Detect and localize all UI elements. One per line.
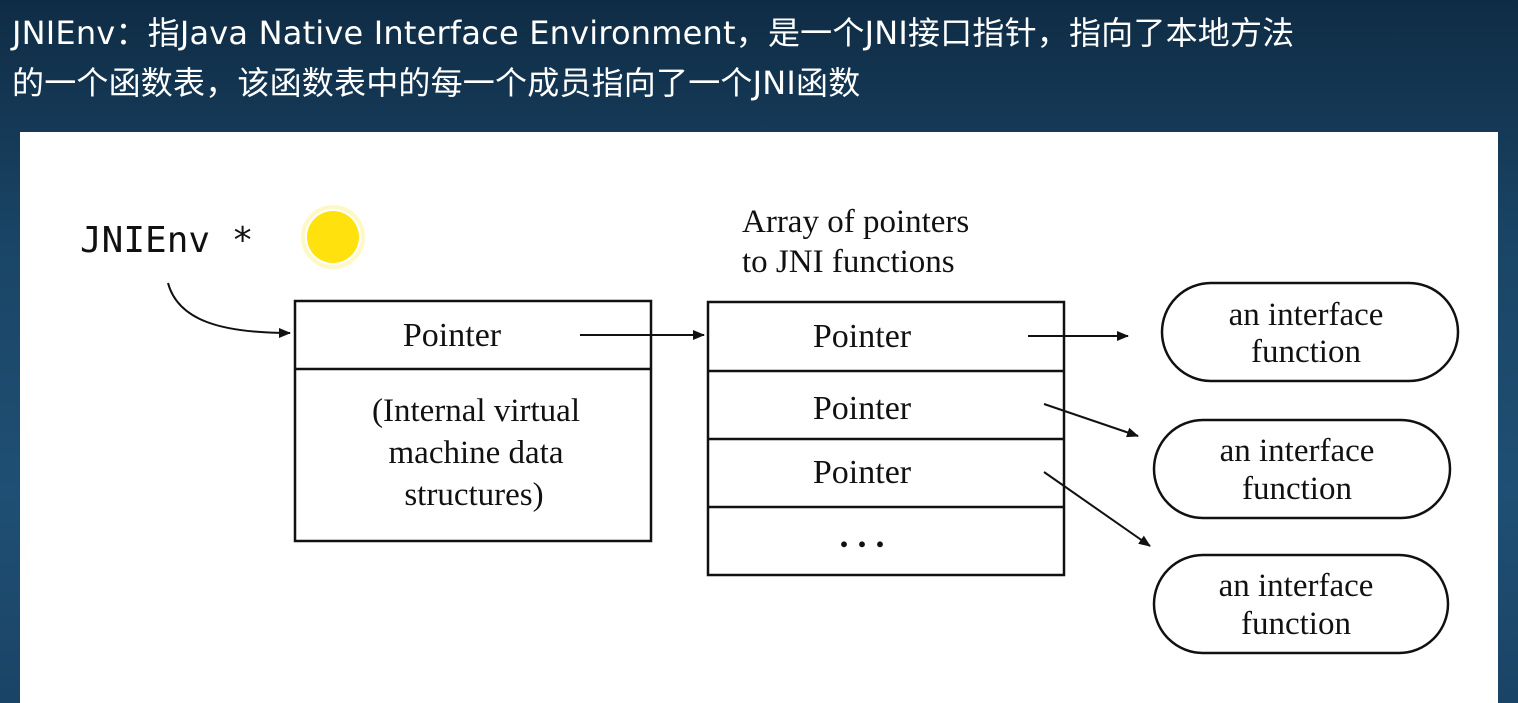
env-arrow xyxy=(167,282,291,338)
env-block-internal-line-2: machine data xyxy=(389,435,564,471)
slide: JNIEnv：指Java Native Interface Environmen… xyxy=(0,0,1518,703)
env-block-internal-line-1: (Internal virtual xyxy=(372,393,580,429)
env-block: Pointer (Internal virtual machine data s… xyxy=(293,299,653,543)
function-table-ellipsis: . . . xyxy=(840,515,885,555)
interface-function-1-line-1: an interface xyxy=(1229,297,1384,333)
jnienv-pointer-label: JNIEnv * xyxy=(80,220,253,261)
interface-function-2-line-1: an interface xyxy=(1220,433,1375,469)
env-block-pointer: Pointer xyxy=(403,317,502,354)
interface-function-3: an interface function xyxy=(1152,553,1450,655)
interface-function-1-line-2: function xyxy=(1251,334,1361,370)
array-caption-line-2: to JNI functions xyxy=(742,244,955,280)
env-block-internal-line-3: structures) xyxy=(404,477,543,513)
function-table-row-3: Pointer xyxy=(813,454,912,491)
array-caption-line-1: Array of pointers xyxy=(742,204,969,240)
jnienv-diagram: JNIEnv * Array of pointers to JNI functi… xyxy=(80,204,1460,655)
cursor-highlight xyxy=(307,211,359,263)
function-table-row-2: Pointer xyxy=(813,390,912,427)
interface-function-3-line-2: function xyxy=(1241,606,1351,642)
interface-function-1: an interface function xyxy=(1160,281,1460,383)
interface-function-3-line-1: an interface xyxy=(1219,568,1374,604)
function-table-row-1: Pointer xyxy=(813,318,912,355)
function-table: Pointer Pointer Pointer . . . xyxy=(706,300,1066,577)
interface-function-2: an interface function xyxy=(1152,418,1452,520)
interface-function-2-line-2: function xyxy=(1242,471,1352,507)
